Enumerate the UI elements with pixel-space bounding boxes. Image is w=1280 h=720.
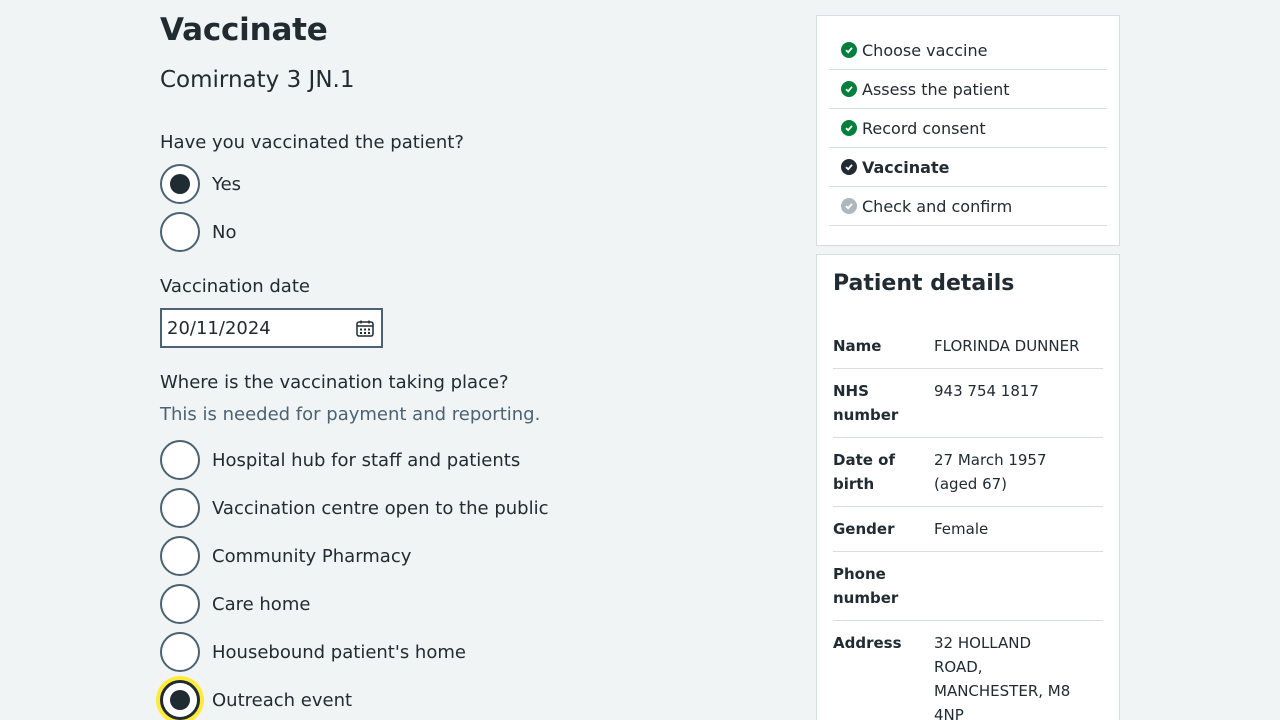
progress-steps-panel: Choose vaccine Assess the patient Record… [816, 15, 1120, 246]
calendar-icon[interactable] [356, 320, 374, 337]
patient-details-list: Name FLORINDA DUNNER NHS number 943 754 … [833, 330, 1103, 720]
patient-row-gender: Gender Female [833, 513, 1103, 552]
location-housebound-radio[interactable]: Housebound patient's home [160, 632, 466, 672]
radio-circle[interactable] [160, 488, 200, 528]
step-label: Check and confirm [862, 196, 1013, 216]
row-value [934, 562, 1103, 610]
radio-label: Housebound patient's home [212, 641, 466, 663]
radio-label: Care home [212, 593, 311, 615]
row-key: Phone number [833, 565, 899, 607]
row-value: FLORINDA DUNNER [934, 337, 1080, 355]
step-vaccinate: Vaccinate [829, 148, 1107, 187]
radio-label: Vaccination centre open to the public [212, 497, 549, 519]
row-value: 943 754 1817 [934, 382, 1039, 400]
step-record-consent[interactable]: Record consent [829, 109, 1107, 148]
location-care-home-radio[interactable]: Care home [160, 584, 310, 624]
radio-label: Outreach event [212, 689, 353, 711]
vaccinated-question-label: Have you vaccinated the patient? [160, 132, 464, 153]
step-label: Choose vaccine [862, 40, 988, 60]
vaccinated-no-radio[interactable]: No [160, 212, 236, 252]
row-key: Date of birth [833, 451, 895, 493]
vaccination-date-value: 20/11/2024 [167, 317, 271, 339]
location-community-pharmacy-radio[interactable]: Community Pharmacy [160, 536, 411, 576]
patient-row-nhs-number: NHS number 943 754 1817 [833, 375, 1103, 438]
location-hint: This is needed for payment and reporting… [160, 404, 541, 425]
step-choose-vaccine[interactable]: Choose vaccine [829, 31, 1107, 70]
radio-label: No [212, 221, 237, 243]
step-assess-patient[interactable]: Assess the patient [829, 70, 1107, 109]
check-circle-icon [841, 42, 857, 58]
radio-label: Community Pharmacy [212, 545, 412, 567]
row-key: Name [833, 337, 882, 355]
vaccination-date-label: Vaccination date [160, 276, 310, 297]
radio-circle[interactable] [160, 632, 200, 672]
vaccination-date-input[interactable]: 20/11/2024 [160, 308, 383, 348]
patient-details-heading: Patient details [833, 271, 1015, 296]
vaccine-name: Comirnaty 3 JN.1 [160, 67, 355, 93]
row-value: Female [934, 520, 989, 538]
row-value: 32 HOLLAND ROAD, MANCHESTER, M8 4NP [934, 634, 1071, 720]
location-hospital-hub-radio[interactable]: Hospital hub for staff and patients [160, 440, 520, 480]
patient-row-phone: Phone number [833, 558, 1103, 621]
row-key: Gender [833, 520, 895, 538]
page-title: Vaccinate [160, 12, 328, 48]
step-label: Vaccinate [862, 157, 950, 177]
check-circle-icon [841, 81, 857, 97]
step-check-confirm: Check and confirm [829, 187, 1107, 226]
vaccinated-yes-radio[interactable]: Yes [160, 164, 241, 204]
patient-row-address: Address 32 HOLLAND ROAD, MANCHESTER, M8 … [833, 627, 1103, 720]
row-value: 27 March 1957 (aged 67) [934, 451, 1047, 493]
check-circle-icon [841, 120, 857, 136]
location-question-label: Where is the vaccination taking place? [160, 372, 509, 393]
check-circle-icon [841, 198, 857, 214]
radio-label: Yes [212, 173, 242, 195]
radio-label: Hospital hub for staff and patients [212, 449, 521, 471]
location-vaccination-centre-radio[interactable]: Vaccination centre open to the public [160, 488, 548, 528]
check-circle-icon [841, 159, 857, 175]
row-key: Address [833, 634, 902, 652]
radio-circle[interactable] [160, 440, 200, 480]
location-outreach-event-radio[interactable]: Outreach event [160, 680, 352, 720]
row-key: NHS number [833, 382, 899, 424]
step-label: Record consent [862, 118, 986, 138]
radio-circle[interactable] [160, 680, 200, 720]
patient-row-name: Name FLORINDA DUNNER [833, 330, 1103, 369]
steps-list: Choose vaccine Assess the patient Record… [829, 31, 1107, 226]
radio-circle[interactable] [160, 164, 200, 204]
radio-circle[interactable] [160, 584, 200, 624]
radio-circle[interactable] [160, 212, 200, 252]
patient-row-dob: Date of birth 27 March 1957 (aged 67) [833, 444, 1103, 507]
step-label: Assess the patient [862, 79, 1010, 99]
radio-circle[interactable] [160, 536, 200, 576]
patient-details-panel: Patient details Name FLORINDA DUNNER NHS… [816, 254, 1120, 720]
